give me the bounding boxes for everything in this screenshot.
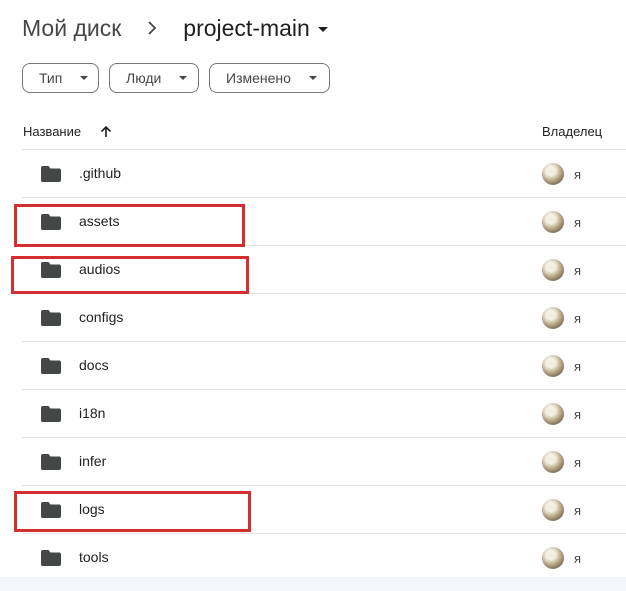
file-row[interactable]: .github я (0, 150, 626, 198)
filter-type-label: Тип (39, 70, 63, 86)
owner-name: я (574, 503, 582, 518)
file-row[interactable]: i18n я (0, 390, 626, 438)
file-row[interactable]: infer я (0, 438, 626, 486)
owner-avatar (542, 259, 564, 281)
breadcrumb: Мой диск project-main (22, 12, 328, 44)
file-name: tools (79, 549, 109, 565)
column-header-owner[interactable]: Владелец (542, 124, 602, 139)
owner-name: я (574, 455, 582, 470)
folder-icon (40, 309, 62, 327)
file-name: configs (79, 309, 124, 325)
file-name: assets (79, 213, 120, 229)
owner-avatar (542, 307, 564, 329)
filter-modified-label: Изменено (226, 70, 291, 86)
file-row[interactable]: audios я (0, 246, 626, 294)
filter-type-chip[interactable]: Тип (22, 63, 99, 93)
caret-down-icon (308, 76, 317, 80)
filter-people-chip[interactable]: Люди (109, 63, 199, 93)
owner-avatar (542, 451, 564, 473)
column-name-label: Название (23, 124, 82, 139)
table-header: Название Владелец (0, 116, 626, 150)
file-row[interactable]: assets я (0, 198, 626, 246)
file-name: docs (79, 357, 109, 373)
file-name: audios (79, 261, 121, 277)
file-row[interactable]: docs я (0, 342, 626, 390)
page-bottom-edge (0, 577, 626, 591)
chevron-right-icon (143, 19, 161, 37)
breadcrumb-current-label: project-main (183, 14, 310, 41)
folder-icon (40, 501, 62, 519)
filter-modified-chip[interactable]: Изменено (209, 63, 330, 93)
owner-name: я (574, 215, 582, 230)
folder-icon (40, 357, 62, 375)
file-name: .github (79, 165, 122, 181)
owner-avatar (542, 403, 564, 425)
owner-name: я (574, 167, 582, 182)
caret-down-icon (317, 26, 328, 32)
owner-avatar (542, 547, 564, 569)
owner-name: я (574, 311, 582, 326)
folder-icon (40, 405, 62, 423)
folder-icon (40, 213, 62, 231)
caret-down-icon (179, 76, 188, 80)
file-name: infer (79, 453, 107, 469)
folder-icon (40, 453, 62, 471)
file-name: logs (79, 501, 105, 517)
folder-icon (40, 165, 62, 183)
folder-icon (40, 261, 62, 279)
file-name: i18n (79, 405, 106, 421)
breadcrumb-root[interactable]: Мой диск (22, 15, 121, 42)
breadcrumb-current-folder[interactable]: project-main (183, 15, 328, 42)
owner-name: я (574, 551, 582, 566)
owner-avatar (542, 499, 564, 521)
filter-bar: Тип Люди Изменено (22, 63, 340, 93)
file-row[interactable]: logs я (0, 486, 626, 534)
filter-people-label: Люди (126, 70, 162, 86)
sort-arrow-up-icon[interactable] (99, 125, 113, 139)
caret-down-icon (80, 76, 89, 80)
column-header-name[interactable]: Название (23, 124, 113, 139)
owner-name: я (574, 407, 582, 422)
owner-avatar (542, 163, 564, 185)
owner-name: я (574, 263, 582, 278)
file-row[interactable]: configs я (0, 294, 626, 342)
owner-name: я (574, 359, 582, 374)
file-list: .github я assets я audios я configs я docs я i18n я… (0, 150, 626, 582)
owner-avatar (542, 211, 564, 233)
owner-avatar (542, 355, 564, 377)
folder-icon (40, 549, 62, 567)
file-row[interactable]: tools я (0, 534, 626, 582)
